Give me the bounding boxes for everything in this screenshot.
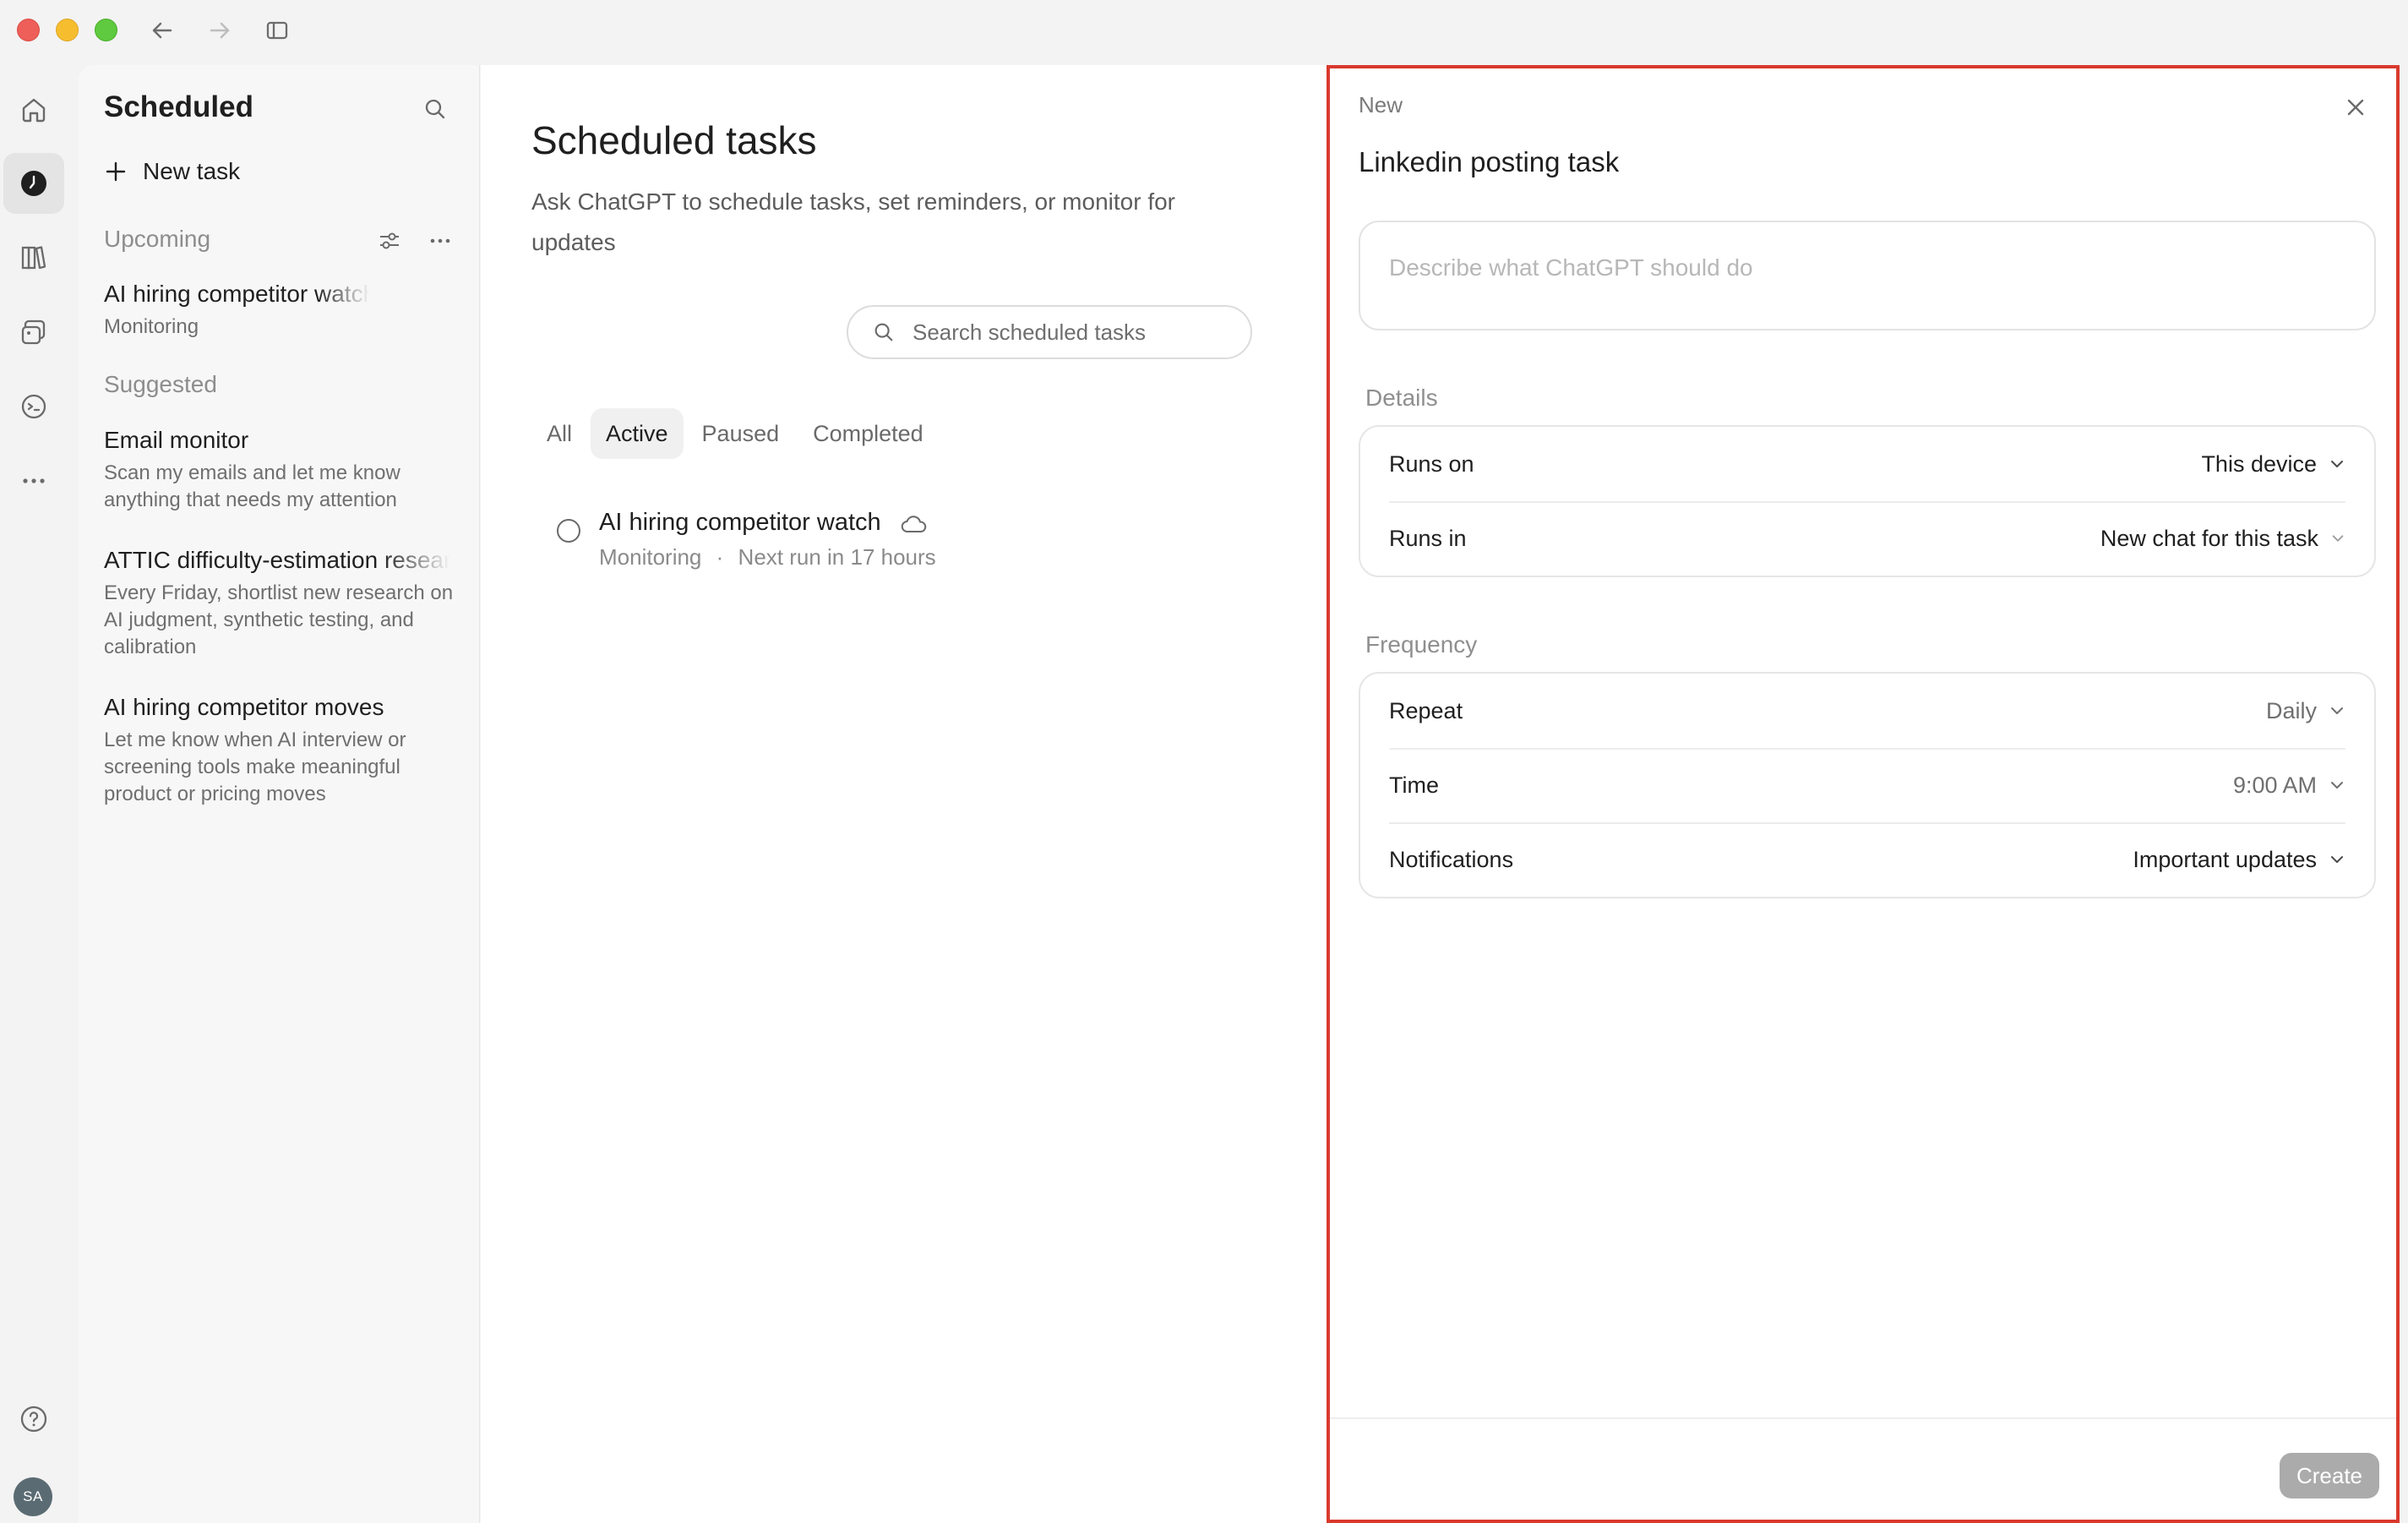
scheduled-sidebar: Scheduled New task Upcoming AI hiring co… [79, 65, 480, 1523]
sidebar-title: Scheduled [104, 90, 253, 123]
plus-icon [106, 161, 126, 182]
runs-in-value: New chat for this task [2100, 525, 2318, 551]
runs-on-label: Runs on [1389, 450, 1474, 477]
notifications-row[interactable]: Notifications Important updates [1360, 822, 2374, 897]
suggested-item-title: Email monitor [104, 427, 249, 453]
chevron-down-icon [2331, 856, 2343, 863]
tab-all[interactable]: All [531, 408, 587, 459]
notifications-label: Notifications [1389, 846, 1514, 872]
library-icon[interactable] [15, 239, 52, 276]
close-window-button[interactable] [17, 19, 40, 41]
back-arrow-icon[interactable] [145, 14, 179, 47]
suggested-item-title: ATTIC difficulty-estimation research [104, 547, 450, 573]
task-meta: Monitoring · Next run in 17 hours [599, 544, 936, 570]
home-icon[interactable] [15, 91, 52, 128]
images-icon[interactable] [15, 314, 52, 351]
new-task-panel: New Linkedin posting task Describe what … [1327, 65, 2400, 1523]
time-value: 9:00 AM [2232, 772, 2317, 798]
repeat-row[interactable]: Repeat Daily [1360, 674, 2374, 748]
suggested-item-subtitle: Every Friday, shortlist new research on … [104, 581, 454, 658]
notifications-select[interactable]: Important updates [2133, 847, 2345, 873]
suggested-item-subtitle: Let me know when AI interview or screeni… [104, 729, 406, 805]
codex-icon[interactable] [15, 388, 52, 425]
sidebar-toggle-icon[interactable] [260, 14, 294, 47]
upcoming-item-title: AI hiring competitor watch [104, 281, 370, 307]
create-button[interactable]: Create [2280, 1453, 2379, 1498]
repeat-value: Daily [2265, 697, 2317, 723]
chevron-down-icon [2331, 461, 2343, 467]
page-title: Scheduled tasks [531, 118, 817, 162]
description-placeholder: Describe what ChatGPT should do [1389, 254, 1753, 281]
search-input[interactable]: Search scheduled tasks [847, 305, 1252, 359]
runs-on-row[interactable]: Runs on This device [1360, 427, 2374, 501]
main-content: Scheduled tasks Ask ChatGPT to schedule … [481, 65, 1327, 1523]
task-type: Monitoring [599, 544, 702, 570]
frequency-card: Repeat Daily Time 9:00 AM Notifications … [1359, 672, 2376, 898]
tab-completed[interactable]: Completed [798, 408, 939, 459]
task-next-run: Next run in 17 hours [738, 544, 936, 570]
suggested-item-title: AI hiring competitor moves [104, 694, 384, 720]
repeat-select[interactable]: Daily [2266, 698, 2345, 724]
forward-arrow-icon[interactable] [203, 14, 237, 47]
new-task-button[interactable]: New task [104, 158, 240, 185]
notifications-value: Important updates [2133, 846, 2317, 872]
runs-on-select[interactable]: This device [2201, 451, 2345, 478]
time-row[interactable]: Time 9:00 AM [1360, 748, 2374, 822]
upcoming-item-subtitle: Monitoring [104, 315, 199, 338]
suggested-section-label: Suggested [104, 371, 217, 397]
repeat-label: Repeat [1389, 697, 1463, 723]
more-options-icon[interactable] [423, 224, 457, 258]
task-title: AI hiring competitor watch [599, 509, 881, 536]
filter-sliders-icon[interactable] [373, 224, 406, 258]
tab-active[interactable]: Active [591, 408, 684, 459]
search-icon [874, 323, 893, 341]
task-description-input[interactable]: Describe what ChatGPT should do [1359, 221, 2376, 330]
status-tabs: All Active Paused Completed [531, 408, 942, 459]
time-select[interactable]: 9:00 AM [2233, 772, 2345, 799]
details-section-label: Details [1365, 385, 1438, 411]
help-icon[interactable] [15, 1400, 52, 1438]
details-card: Runs on This device Runs in New chat for… [1359, 425, 2376, 577]
chevron-down-icon [2331, 707, 2343, 714]
footer-divider [1330, 1417, 2396, 1419]
chevron-down-icon [2332, 535, 2344, 542]
new-task-label: New task [143, 158, 241, 184]
search-placeholder: Search scheduled tasks [913, 319, 1147, 345]
runs-on-value: This device [2201, 450, 2317, 477]
scheduled-clock-icon[interactable] [3, 153, 64, 214]
chevron-down-icon [2331, 782, 2343, 789]
task-name-field[interactable]: Linkedin posting task [1359, 146, 1619, 178]
runs-in-row[interactable]: Runs in New chat for this task [1360, 501, 2374, 576]
runs-in-select[interactable]: New chat for this task [2100, 526, 2345, 552]
upcoming-section-label: Upcoming [104, 226, 211, 252]
cloud-icon [900, 514, 929, 540]
time-label: Time [1389, 772, 1439, 798]
frequency-section-label: Frequency [1365, 631, 1478, 658]
task-meta-separator: · [716, 544, 724, 570]
avatar[interactable]: SA [14, 1477, 52, 1516]
close-icon[interactable] [2339, 90, 2373, 124]
runs-in-label: Runs in [1389, 525, 1467, 551]
more-icon[interactable] [15, 462, 52, 499]
tab-paused[interactable]: Paused [687, 408, 795, 459]
page-subtitle: Ask ChatGPT to schedule tasks, set remin… [531, 188, 1176, 255]
panel-kicker: New [1359, 92, 1403, 117]
task-complete-radio[interactable] [557, 519, 580, 543]
suggested-item-subtitle: Scan my emails and let me know anything … [104, 461, 400, 511]
maximize-window-button[interactable] [95, 19, 117, 41]
search-icon[interactable] [418, 92, 452, 126]
minimize-window-button[interactable] [56, 19, 79, 41]
